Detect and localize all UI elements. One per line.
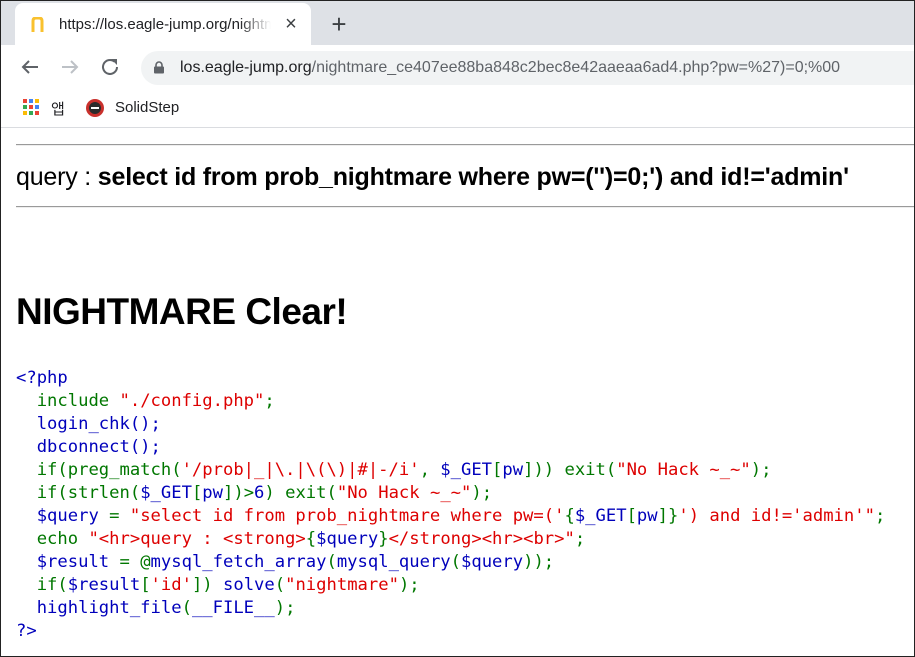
query-prefix: query : bbox=[16, 163, 98, 191]
code-line-10-a: ( bbox=[181, 598, 192, 618]
code-line-8-eq: = @ bbox=[119, 552, 151, 572]
code-close-tag: ?> bbox=[16, 621, 37, 641]
tab-strip: https://los.eagle-jump.org/nightmare_ce4… bbox=[1, 1, 914, 45]
code-open-tag: <?php bbox=[16, 368, 68, 388]
divider-top bbox=[16, 144, 914, 146]
code-line-7-end: ; bbox=[574, 529, 586, 549]
code-line-1-fn: include bbox=[36, 391, 120, 411]
code-line-5-e: ); bbox=[471, 483, 493, 503]
solidstep-logo-icon bbox=[86, 99, 104, 117]
code-line-8-fn2: mysql_query bbox=[336, 552, 451, 572]
code-line-5-c: ])> bbox=[223, 483, 255, 503]
code-line-9-key: 'id' bbox=[150, 575, 192, 595]
code-line-4-a: if(preg_match( bbox=[36, 460, 182, 480]
query-line: query : select id from prob_nightmare wh… bbox=[16, 163, 849, 192]
code-line-4-msg: "No Hack ~_~" bbox=[616, 460, 751, 480]
browser-toolbar: los.eagle-jump.org/nightmare_ce407ee88ba… bbox=[1, 45, 914, 89]
code-line-9-c: ]) bbox=[191, 575, 223, 595]
code-line-4-key: pw bbox=[502, 460, 524, 480]
code-line-7-echo: echo bbox=[36, 529, 89, 549]
code-line-5-num: 6 bbox=[254, 483, 265, 503]
code-line-7-str2: </strong><hr><br>" bbox=[388, 529, 575, 549]
code-line-5-a: if(strlen( bbox=[36, 483, 141, 503]
code-line-7-brace1: { bbox=[305, 529, 317, 549]
code-line-1-end: ; bbox=[264, 391, 275, 411]
code-line-8-c: )); bbox=[523, 552, 555, 572]
code-line-6-key: pw bbox=[636, 506, 658, 526]
reload-icon[interactable] bbox=[98, 55, 122, 79]
code-line-10-arg: __FILE__ bbox=[191, 598, 275, 618]
url-host: los.eagle-jump.org bbox=[180, 59, 312, 76]
code-line-2: login_chk(); bbox=[36, 414, 161, 434]
code-line-1-str: "./config.php" bbox=[119, 391, 265, 411]
code-line-5-key: pw bbox=[202, 483, 223, 503]
code-line-9-fn: solve bbox=[223, 575, 275, 595]
code-line-8-var: $result bbox=[36, 552, 120, 572]
code-line-6-brace1: { bbox=[564, 506, 575, 526]
code-line-3: dbconnect(); bbox=[36, 437, 161, 457]
clear-message: NIGHTMARE Clear! bbox=[16, 291, 348, 332]
tab-close-icon[interactable]: × bbox=[281, 14, 301, 34]
code-line-9-var: $result bbox=[67, 575, 141, 595]
page-content: query : select id from prob_nightmare wh… bbox=[1, 128, 914, 656]
code-line-4-str: '/prob|_|\.|\(\)|#|-/i' bbox=[181, 460, 420, 480]
code-line-6-eq: = bbox=[109, 506, 130, 526]
code-line-9-e: ); bbox=[398, 575, 420, 595]
code-line-9-arg: "nightmare" bbox=[285, 575, 399, 595]
code-line-9-a: if( bbox=[36, 575, 68, 595]
code-line-10-fn: highlight_file bbox=[36, 598, 182, 618]
code-line-5-d: ) exit( bbox=[264, 483, 337, 503]
code-line-7-str1: "<hr>query : <strong> bbox=[88, 529, 306, 549]
bookmark-apps-label: 앱 bbox=[51, 101, 65, 118]
code-line-8-arg: $query bbox=[461, 552, 524, 572]
code-line-4-var: $_GET bbox=[440, 460, 493, 480]
code-line-6-bracket1: [ bbox=[626, 506, 637, 526]
url-path: /nightmare_ce407ee88ba848c2bec8e42aaeaa6… bbox=[311, 59, 841, 76]
code-line-6-str1: "select id from prob_nightmare where pw=… bbox=[129, 506, 565, 526]
new-tab-button[interactable]: + bbox=[326, 11, 352, 37]
code-line-4-b: , bbox=[419, 460, 441, 480]
bookmarks-bar: 앱 SolidStep bbox=[1, 89, 914, 128]
lock-icon[interactable] bbox=[153, 61, 165, 74]
query-text: select id from prob_nightmare where pw=(… bbox=[97, 163, 849, 191]
code-line-6-get: $_GET bbox=[574, 506, 627, 526]
browser-tab[interactable]: https://los.eagle-jump.org/nightmare_ce4… bbox=[15, 3, 311, 45]
code-line-4-d: ])) exit( bbox=[523, 460, 617, 480]
address-bar[interactable]: los.eagle-jump.org/nightmare_ce407ee88ba… bbox=[141, 51, 914, 85]
tab-title: https://los.eagle-jump.org/nightmare_ce4… bbox=[59, 16, 271, 33]
code-line-6-var: $query bbox=[36, 506, 110, 526]
bookmark-solidstep-label: SolidStep bbox=[115, 99, 180, 116]
browser-window: https://los.eagle-jump.org/nightmare_ce4… bbox=[0, 0, 915, 657]
code-line-7-brace2: } bbox=[378, 529, 389, 549]
back-arrow-icon[interactable] bbox=[18, 55, 42, 79]
code-line-9-b: [ bbox=[140, 575, 151, 595]
code-line-8-fn: mysql_fetch_array bbox=[150, 552, 327, 572]
code-line-4-c: [ bbox=[492, 460, 503, 480]
code-line-6-brace2: } bbox=[667, 506, 679, 526]
apps-grid-icon bbox=[23, 99, 39, 115]
code-line-5-var: $_GET bbox=[140, 483, 192, 503]
code-line-4-e: ); bbox=[750, 460, 772, 480]
forward-arrow-icon[interactable] bbox=[58, 55, 82, 79]
code-line-5-b: [ bbox=[191, 483, 203, 503]
code-line-6-str2: ') and id!='admin'" bbox=[678, 506, 875, 526]
site-favicon-icon bbox=[31, 17, 44, 32]
code-line-8-a: ( bbox=[326, 552, 337, 572]
divider-bottom bbox=[16, 206, 914, 208]
source-code: <?php include "./config.php"; login_chk(… bbox=[16, 367, 885, 643]
url-text[interactable]: los.eagle-jump.org/nightmare_ce407ee88ba… bbox=[180, 59, 840, 77]
code-line-10-b: ); bbox=[274, 598, 296, 618]
code-line-6-end: ; bbox=[874, 506, 886, 526]
code-line-7-var: $query bbox=[316, 529, 379, 549]
code-line-8-b: ( bbox=[450, 552, 462, 572]
code-line-5-msg: "No Hack ~_~" bbox=[336, 483, 472, 503]
code-line-9-d: ( bbox=[274, 575, 286, 595]
code-line-6-bracket2: ] bbox=[657, 506, 668, 526]
